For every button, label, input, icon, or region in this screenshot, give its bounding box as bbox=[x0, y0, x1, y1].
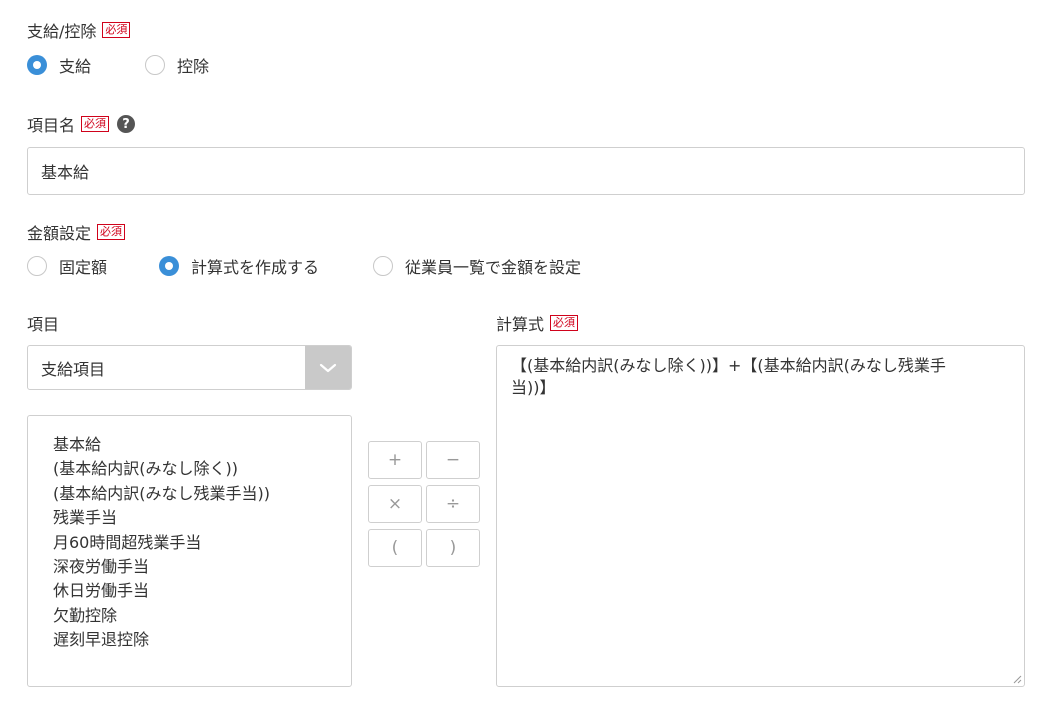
required-badge: 必須 bbox=[102, 22, 131, 38]
list-item[interactable]: 残業手当 bbox=[53, 506, 351, 530]
resize-handle-icon[interactable] bbox=[1012, 674, 1022, 684]
radio-create-formula[interactable]: 計算式を作成する bbox=[159, 254, 319, 278]
radio-deduction[interactable]: 控除 bbox=[145, 53, 209, 77]
radio-button-checked[interactable] bbox=[27, 55, 47, 75]
item-name-input[interactable]: 基本給 bbox=[27, 147, 1025, 195]
item-listbox[interactable]: 基本給 (基本給内訳(みなし除く)) (基本給内訳(みなし残業手当)) 残業手当… bbox=[27, 415, 352, 687]
radio-button-checked[interactable] bbox=[159, 256, 180, 276]
formula-line: 当))】 bbox=[511, 378, 556, 397]
divide-button[interactable]: ÷ bbox=[426, 485, 480, 523]
item-name-label: 項目名 必須 ? bbox=[27, 112, 136, 136]
chevron-down-icon[interactable] bbox=[305, 346, 351, 389]
list-item[interactable]: (基本給内訳(みなし除く)) bbox=[53, 457, 351, 481]
formula-label: 計算式 必須 bbox=[496, 311, 579, 335]
list-item[interactable]: (基本給内訳(みなし残業手当)) bbox=[53, 482, 351, 506]
list-item[interactable]: 欠勤控除 bbox=[53, 604, 351, 628]
list-item[interactable]: 月60時間超残業手当 bbox=[53, 531, 351, 555]
radio-fixed-amount[interactable]: 固定額 bbox=[27, 254, 107, 278]
items-label: 項目 bbox=[27, 315, 60, 334]
required-badge: 必須 bbox=[81, 116, 110, 132]
right-paren-button[interactable]: ) bbox=[426, 529, 480, 567]
item-category-select[interactable]: 支給項目 bbox=[27, 345, 352, 390]
list-item[interactable]: 深夜労働手当 bbox=[53, 555, 351, 579]
type-radio-group: 支給 控除 bbox=[27, 53, 209, 77]
amount-setting-label: 金額設定 必須 bbox=[27, 220, 126, 244]
list-item[interactable]: 休日労働手当 bbox=[53, 579, 351, 603]
formula-line: 【(基本給内訳(みなし除く))】+【(基本給内訳(みなし残業手 bbox=[511, 356, 946, 375]
list-item[interactable]: 基本給 bbox=[53, 433, 351, 457]
radio-button[interactable] bbox=[373, 256, 394, 276]
left-paren-button[interactable]: ( bbox=[368, 529, 422, 567]
help-icon[interactable]: ? bbox=[117, 115, 136, 133]
multiply-button[interactable]: × bbox=[368, 485, 422, 523]
required-badge: 必須 bbox=[550, 315, 579, 331]
type-label: 支給/控除 必須 bbox=[27, 18, 131, 42]
formula-textarea[interactable]: 【(基本給内訳(みなし除く))】+【(基本給内訳(みなし残業手 当))】 bbox=[496, 345, 1025, 687]
amount-radio-group: 固定額 計算式を作成する 従業員一覧で金額を設定 bbox=[27, 254, 581, 278]
radio-employee-list[interactable]: 従業員一覧で金額を設定 bbox=[373, 254, 581, 278]
radio-payment[interactable]: 支給 bbox=[27, 53, 91, 77]
minus-button[interactable]: − bbox=[426, 441, 480, 479]
list-item[interactable]: 遅刻早退控除 bbox=[53, 628, 351, 652]
radio-button[interactable] bbox=[27, 256, 47, 276]
required-badge: 必須 bbox=[97, 224, 126, 240]
radio-button[interactable] bbox=[145, 55, 166, 75]
plus-button[interactable]: + bbox=[368, 441, 422, 479]
